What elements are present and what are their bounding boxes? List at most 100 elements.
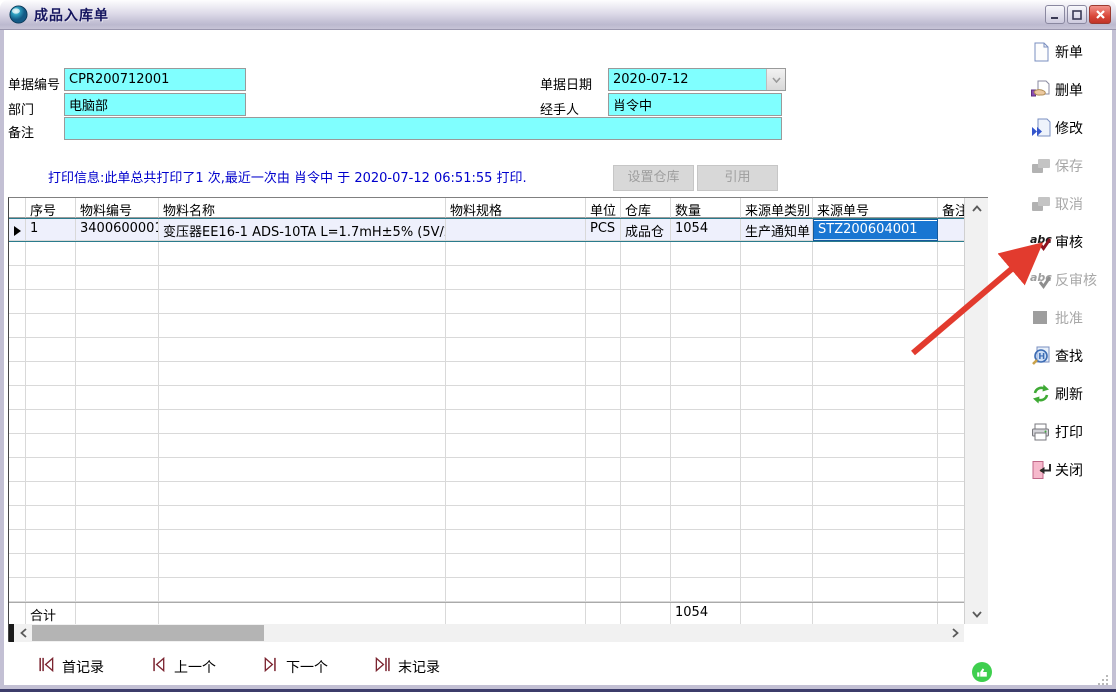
- table-cell[interactable]: [741, 242, 813, 266]
- table-cell[interactable]: [76, 290, 159, 314]
- table-cell[interactable]: [938, 506, 964, 530]
- maximize-button[interactable]: [1067, 5, 1087, 24]
- table-cell[interactable]: [671, 506, 741, 530]
- table-cell[interactable]: [586, 554, 621, 578]
- table-cell[interactable]: 34006000014R: [76, 219, 159, 241]
- table-cell[interactable]: [813, 578, 938, 602]
- table-cell[interactable]: [586, 410, 621, 434]
- status-ok-icon[interactable]: [971, 661, 993, 683]
- table-cell[interactable]: [741, 482, 813, 506]
- table-cell[interactable]: [741, 530, 813, 554]
- close-button[interactable]: [1089, 5, 1111, 24]
- table-cell[interactable]: [586, 506, 621, 530]
- table-cell[interactable]: [26, 554, 76, 578]
- table-cell[interactable]: [446, 554, 586, 578]
- new-doc-button[interactable]: 新单: [1030, 40, 1116, 64]
- scroll-left-icon[interactable]: [14, 624, 32, 642]
- table-cell[interactable]: [671, 482, 741, 506]
- table-cell[interactable]: [671, 242, 741, 266]
- print-button[interactable]: 打印: [1030, 420, 1116, 444]
- table-cell[interactable]: [621, 578, 671, 602]
- table-cell[interactable]: [446, 506, 586, 530]
- scroll-up-icon[interactable]: [965, 198, 989, 218]
- table-cell[interactable]: [159, 482, 446, 506]
- table-cell[interactable]: [76, 530, 159, 554]
- table-cell[interactable]: [586, 458, 621, 482]
- table-cell[interactable]: [741, 458, 813, 482]
- table-cell[interactable]: [26, 266, 76, 290]
- table-cell[interactable]: [671, 386, 741, 410]
- table-cell[interactable]: 变压器EE16-1 ADS-10TA L=1.7mH±5% (5V/2A): [159, 219, 446, 241]
- table-cell[interactable]: [586, 242, 621, 266]
- table-cell[interactable]: [938, 554, 964, 578]
- table-cell[interactable]: [938, 386, 964, 410]
- table-cell[interactable]: [741, 410, 813, 434]
- table-cell[interactable]: [159, 434, 446, 458]
- table-cell[interactable]: [741, 314, 813, 338]
- table-cell[interactable]: [446, 290, 586, 314]
- horizontal-scrollbar[interactable]: [9, 624, 964, 642]
- table-cell[interactable]: [586, 362, 621, 386]
- refresh-button[interactable]: 刷新: [1030, 382, 1116, 406]
- table-cell[interactable]: [813, 410, 938, 434]
- scroll-right-icon[interactable]: [946, 624, 964, 642]
- resize-grip[interactable]: [1096, 672, 1110, 691]
- search-button[interactable]: H查找: [1030, 344, 1116, 368]
- table-cell[interactable]: [76, 266, 159, 290]
- table-cell[interactable]: [26, 386, 76, 410]
- chevron-down-icon[interactable]: [766, 69, 785, 90]
- table-cell[interactable]: [159, 362, 446, 386]
- table-cell[interactable]: [586, 290, 621, 314]
- table-cell[interactable]: [76, 362, 159, 386]
- table-cell[interactable]: [159, 578, 446, 602]
- remark-field[interactable]: [64, 117, 782, 140]
- table-cell[interactable]: PCS: [586, 219, 621, 241]
- table-cell[interactable]: [446, 530, 586, 554]
- table-cell[interactable]: [938, 219, 964, 241]
- table-cell[interactable]: [671, 314, 741, 338]
- table-cell[interactable]: [813, 290, 938, 314]
- table-cell[interactable]: [26, 482, 76, 506]
- table-cell[interactable]: [159, 242, 446, 266]
- table-cell[interactable]: [446, 362, 586, 386]
- table-cell[interactable]: [938, 362, 964, 386]
- table-cell[interactable]: [446, 578, 586, 602]
- table-cell[interactable]: [159, 338, 446, 362]
- table-cell[interactable]: [446, 314, 586, 338]
- table-cell[interactable]: 生产通知单: [741, 219, 813, 241]
- audit-button[interactable]: abc审核: [1030, 230, 1116, 254]
- table-cell[interactable]: 1: [26, 219, 76, 241]
- table-cell[interactable]: [26, 338, 76, 362]
- table-cell[interactable]: [76, 434, 159, 458]
- scrollbar-thumb[interactable]: [32, 625, 264, 641]
- table-cell[interactable]: [26, 362, 76, 386]
- table-cell[interactable]: [586, 482, 621, 506]
- table-cell[interactable]: [586, 386, 621, 410]
- table-cell[interactable]: [159, 410, 446, 434]
- table-cell[interactable]: [621, 482, 671, 506]
- scroll-down-icon[interactable]: [965, 604, 989, 624]
- table-cell[interactable]: 1054: [671, 219, 741, 241]
- table-cell[interactable]: [621, 530, 671, 554]
- table-cell[interactable]: [938, 410, 964, 434]
- table-cell[interactable]: [26, 506, 76, 530]
- table-cell[interactable]: [938, 530, 964, 554]
- table-cell[interactable]: [671, 290, 741, 314]
- table-cell[interactable]: [586, 434, 621, 458]
- table-cell[interactable]: [76, 338, 159, 362]
- table-cell[interactable]: [586, 530, 621, 554]
- table-cell[interactable]: [741, 578, 813, 602]
- table-cell[interactable]: [938, 314, 964, 338]
- table-cell[interactable]: [621, 266, 671, 290]
- table-cell[interactable]: [621, 386, 671, 410]
- table-cell[interactable]: [26, 410, 76, 434]
- table-cell[interactable]: [671, 266, 741, 290]
- table-cell[interactable]: [26, 530, 76, 554]
- table-cell[interactable]: [159, 554, 446, 578]
- table-cell[interactable]: [446, 386, 586, 410]
- table-cell[interactable]: [741, 290, 813, 314]
- table-cell[interactable]: [621, 362, 671, 386]
- table-cell[interactable]: [26, 314, 76, 338]
- handler-field[interactable]: [608, 93, 782, 116]
- table-cell[interactable]: [76, 410, 159, 434]
